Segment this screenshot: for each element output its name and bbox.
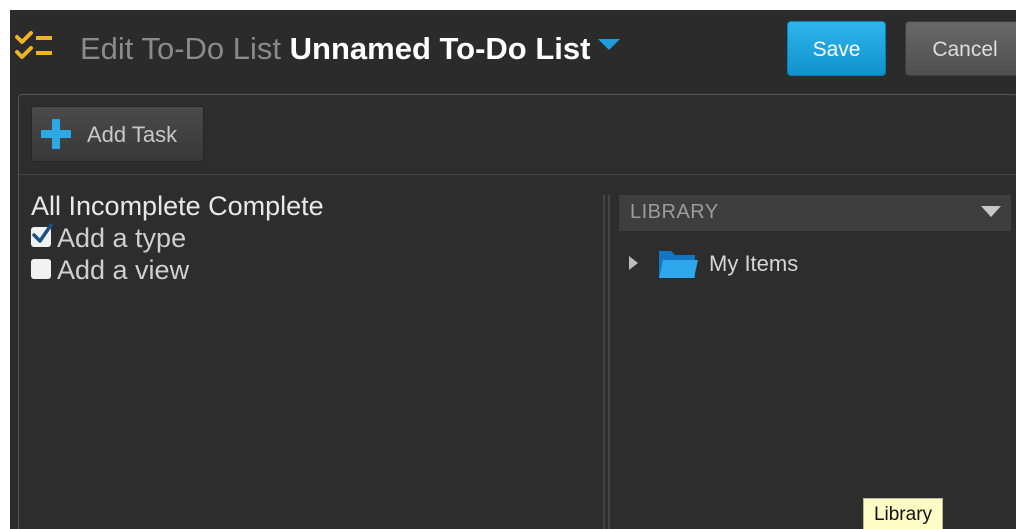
add-task-button[interactable]: Add Task (31, 106, 204, 162)
filter-complete[interactable]: Complete (208, 191, 324, 221)
content-panel: Add Task All Incomplete Complete Add a t… (18, 94, 1016, 529)
option-add-view: Add a view (31, 255, 189, 285)
my-items-label: My Items (709, 251, 799, 276)
checklist-logo-icon (15, 31, 52, 59)
library-tooltip: Library (863, 498, 943, 529)
add-view-checkbox[interactable] (31, 258, 51, 279)
title-prefix: Edit To-Do List (80, 31, 282, 66)
add-type-checkbox[interactable] (31, 223, 53, 247)
plus-icon (41, 119, 71, 149)
library-item-my-items[interactable]: My Items (627, 243, 877, 283)
add-view-label: Add a view (57, 255, 190, 285)
toolbar: Add Task (19, 95, 1016, 175)
page-title: Edit To-Do List Unnamed To-Do List (80, 31, 621, 67)
library-dropdown-icon[interactable] (981, 206, 1001, 217)
list-name[interactable]: Unnamed To-Do List (290, 31, 591, 66)
add-type-label: Add a type (57, 223, 187, 253)
library-header-label: LIBRARY (630, 201, 719, 223)
panel-splitter[interactable] (602, 195, 612, 529)
option-add-type: Add a type (31, 223, 186, 253)
save-button[interactable]: Save (787, 21, 886, 76)
checkmark-icon (32, 223, 53, 243)
task-filters: All Incomplete Complete (31, 191, 324, 221)
expand-arrow-icon[interactable] (629, 256, 638, 270)
list-name-dropdown-icon[interactable] (598, 39, 621, 51)
filter-incomplete[interactable]: Incomplete (69, 191, 201, 221)
header: Edit To-Do List Unnamed To-Do List Save … (10, 10, 1016, 92)
add-task-label: Add Task (87, 122, 178, 147)
cancel-button[interactable]: Cancel (905, 21, 1016, 76)
folder-icon (659, 251, 698, 278)
filter-all[interactable]: All (31, 191, 61, 221)
library-header[interactable]: LIBRARY (619, 195, 1011, 231)
todo-editor-window: Edit To-Do List Unnamed To-Do List Save … (10, 10, 1016, 529)
